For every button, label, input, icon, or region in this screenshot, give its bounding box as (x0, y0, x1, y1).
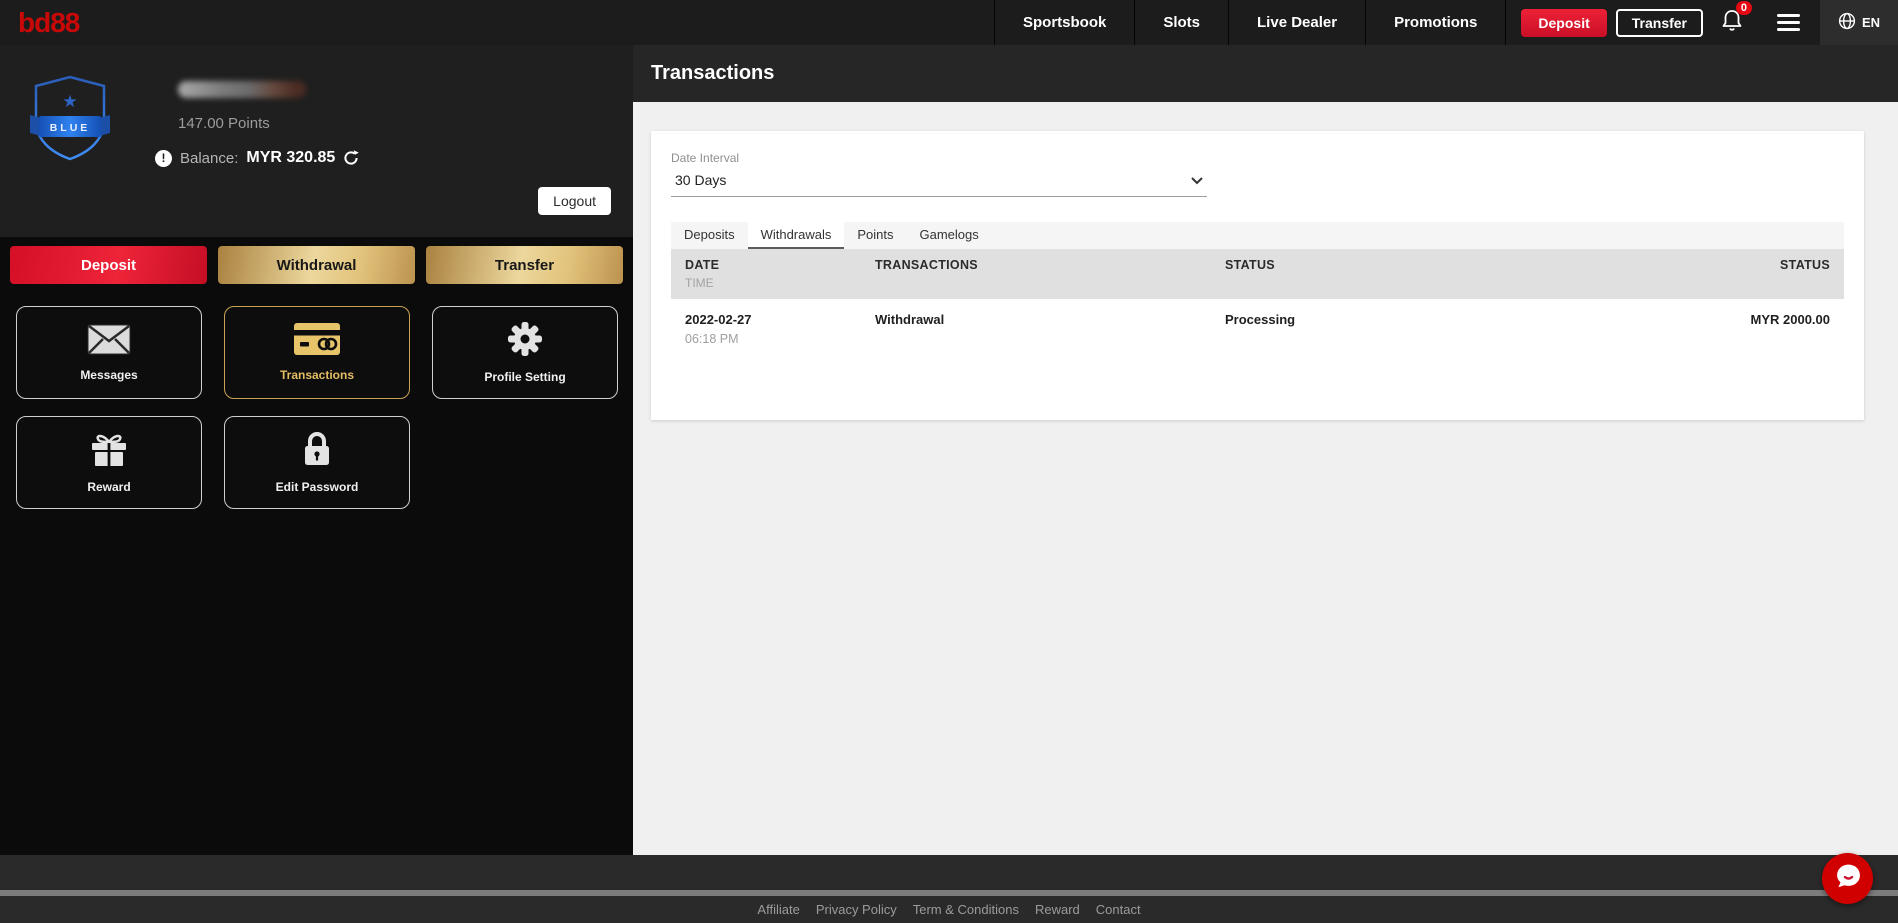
balance-value: MYR 320.85 (246, 149, 335, 167)
profile-section: ★ BLUE 147.00 Points ! Balance: MYR 320.… (0, 45, 633, 237)
globe-icon (1838, 12, 1856, 33)
date-interval-label: Date Interval (671, 151, 1844, 165)
tab-deposits[interactable]: Deposits (671, 222, 748, 249)
cell-amount: MYR 2000.00 (1600, 312, 1830, 346)
notifications-button[interactable]: 0 (1721, 8, 1743, 37)
footer-link-contact[interactable]: Contact (1096, 902, 1141, 917)
top-nav: bd88 Sportsbook Slots Live Dealer Promot… (0, 0, 1898, 45)
transaction-tabs: Deposits Withdrawals Points Gamelogs (671, 222, 1844, 249)
gear-icon (507, 321, 543, 362)
withdrawal-button[interactable]: Withdrawal (218, 246, 415, 284)
main-menu: Sportsbook Slots Live Dealer Promotions (994, 0, 1506, 45)
tab-points[interactable]: Points (844, 222, 906, 249)
nav-deposit-button[interactable]: Deposit (1521, 9, 1606, 37)
menu-card-edit-password[interactable]: Edit Password (224, 416, 410, 509)
menu-card-messages[interactable]: Messages (16, 306, 202, 399)
gift-icon (90, 432, 128, 472)
points-balance: 147.00 Points (178, 115, 359, 132)
tier-label: BLUE (50, 122, 91, 134)
info-icon[interactable]: ! (155, 150, 172, 167)
balance-label: Balance: (180, 150, 238, 167)
nav-item-sportsbook[interactable]: Sportsbook (994, 0, 1134, 45)
lock-icon (302, 431, 332, 472)
menu-card-label: Transactions (280, 368, 354, 382)
column-header-time: TIME (685, 276, 875, 290)
deposit-button[interactable]: Deposit (10, 246, 207, 284)
cell-time: 06:18 PM (685, 332, 875, 346)
logout-button[interactable]: Logout (538, 187, 611, 215)
menu-card-transactions[interactable]: Transactions (224, 306, 410, 399)
footer: Affiliate Privacy Policy Term & Conditio… (0, 896, 1898, 923)
chat-bubble-icon (1834, 862, 1862, 895)
table-header: DATE TIME TRANSACTIONS STATUS STATUS (671, 249, 1844, 299)
nav-item-slots[interactable]: Slots (1134, 0, 1228, 45)
notification-badge: 0 (1736, 1, 1752, 15)
brand-logo[interactable]: bd88 (18, 7, 79, 39)
language-selector[interactable]: EN (1820, 0, 1898, 45)
tab-gamelogs[interactable]: Gamelogs (907, 222, 992, 249)
footer-link-terms[interactable]: Term & Conditions (913, 902, 1019, 917)
column-header-date: DATE (685, 258, 875, 272)
nav-item-live-dealer[interactable]: Live Dealer (1228, 0, 1365, 45)
main-content: Transactions Date Interval 30 Days Depos… (633, 45, 1898, 855)
account-sidebar: ★ BLUE 147.00 Points ! Balance: MYR 320.… (0, 45, 633, 855)
column-header-amount: STATUS (1600, 258, 1830, 290)
menu-card-label: Profile Setting (484, 370, 565, 384)
account-menu-grid: Messages Transactions (0, 292, 633, 523)
star-icon: ★ (62, 92, 77, 111)
tab-withdrawals[interactable]: Withdrawals (748, 222, 845, 249)
cell-date: 2022-02-27 (685, 312, 875, 327)
tier-badge: ★ BLUE (30, 73, 110, 168)
table-row: 2022-02-27 06:18 PM Withdrawal Processin… (671, 299, 1844, 359)
transfer-button[interactable]: Transfer (426, 246, 623, 284)
transactions-panel: Date Interval 30 Days Deposits Withdrawa… (651, 131, 1864, 420)
envelope-icon (87, 324, 131, 360)
cell-transaction: Withdrawal (875, 312, 1225, 346)
bottom-strip (0, 855, 1898, 890)
chevron-down-icon (1191, 172, 1203, 188)
menu-card-label: Messages (80, 368, 137, 382)
column-header-transactions: TRANSACTIONS (875, 258, 1225, 290)
menu-card-label: Reward (87, 480, 130, 494)
live-chat-button[interactable] (1822, 853, 1873, 904)
date-interval-value: 30 Days (675, 172, 726, 188)
column-header-status: STATUS (1225, 258, 1600, 290)
username-redacted (178, 81, 306, 98)
date-interval-select[interactable]: 30 Days (671, 165, 1207, 197)
refresh-balance-icon[interactable] (343, 150, 359, 166)
language-label: EN (1862, 15, 1880, 30)
nav-item-promotions[interactable]: Promotions (1365, 0, 1505, 45)
wallet-actions: Deposit Withdrawal Transfer (0, 237, 633, 292)
page-title: Transactions (633, 45, 1898, 102)
cell-status: Processing (1225, 312, 1600, 346)
footer-link-privacy-policy[interactable]: Privacy Policy (816, 902, 897, 917)
nav-transfer-button[interactable]: Transfer (1616, 9, 1703, 37)
menu-card-reward[interactable]: Reward (16, 416, 202, 509)
credit-card-icon (294, 323, 340, 360)
menu-card-profile-setting[interactable]: Profile Setting (432, 306, 618, 399)
footer-link-reward[interactable]: Reward (1035, 902, 1080, 917)
hamburger-menu-icon[interactable] (1777, 14, 1800, 31)
menu-card-label: Edit Password (276, 480, 359, 494)
footer-link-affiliate[interactable]: Affiliate (757, 902, 799, 917)
